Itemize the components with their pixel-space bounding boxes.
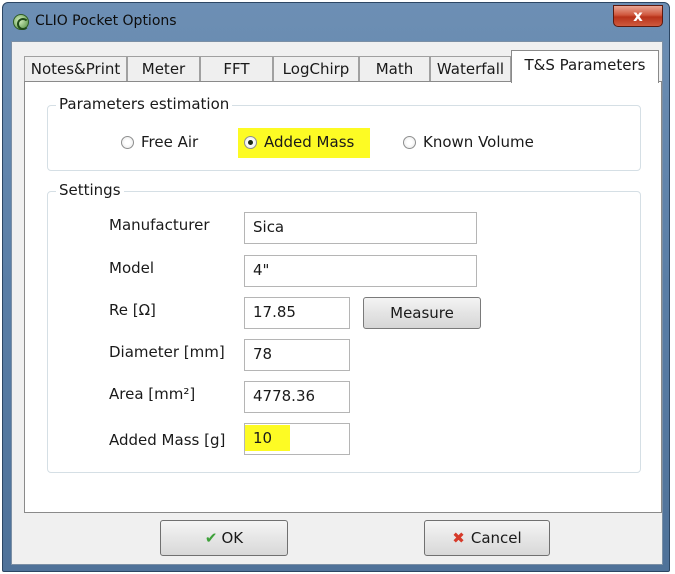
settings-title: Settings bbox=[56, 181, 124, 199]
area-field[interactable]: 4778.36 bbox=[244, 381, 350, 413]
diameter-field[interactable]: 78 bbox=[244, 339, 350, 371]
tab-math[interactable]: Math bbox=[359, 56, 430, 82]
re-field[interactable]: 17.85 bbox=[244, 297, 350, 329]
added-mass-value: 10 bbox=[245, 425, 291, 451]
radio-added-mass-label: Added Mass bbox=[264, 133, 355, 151]
radio-button-selected-icon bbox=[244, 136, 257, 149]
area-label: Area [mm²] bbox=[109, 385, 196, 403]
title-bar[interactable]: CLIO Pocket Options x bbox=[3, 3, 669, 41]
radio-free-air-label: Free Air bbox=[141, 133, 199, 151]
model-label: Model bbox=[109, 259, 155, 277]
clio-app-icon bbox=[13, 14, 29, 30]
ts-parameters-panel: Parameters estimation Free Air Added Mas… bbox=[24, 81, 662, 513]
manufacturer-label: Manufacturer bbox=[109, 216, 210, 234]
radio-known-volume[interactable]: Known Volume bbox=[403, 132, 563, 154]
ok-button[interactable]: ✔ OK bbox=[160, 520, 288, 556]
radio-added-mass[interactable]: Added Mass bbox=[238, 128, 384, 158]
re-label: Re [Ω] bbox=[109, 301, 156, 319]
tab-logchirp[interactable]: LogChirp bbox=[273, 56, 359, 82]
close-icon: x bbox=[633, 7, 643, 25]
cancel-x-icon: ✖ bbox=[452, 529, 465, 547]
cancel-label: Cancel bbox=[470, 529, 522, 547]
tab-notes-print[interactable]: Notes&Print bbox=[24, 56, 127, 82]
model-field[interactable]: 4" bbox=[244, 255, 477, 287]
close-button[interactable]: x bbox=[613, 5, 663, 27]
manufacturer-field[interactable]: Sica bbox=[244, 212, 477, 244]
radio-free-air[interactable]: Free Air bbox=[121, 132, 231, 154]
measure-button[interactable]: Measure bbox=[363, 297, 481, 329]
cancel-button[interactable]: ✖ Cancel bbox=[424, 520, 550, 556]
window-title: CLIO Pocket Options bbox=[35, 13, 177, 29]
parameters-estimation-title: Parameters estimation bbox=[56, 95, 233, 113]
options-window: CLIO Pocket Options x Notes&Print Meter … bbox=[2, 2, 670, 572]
checkmark-icon: ✔ bbox=[204, 529, 218, 547]
ok-label: OK bbox=[221, 529, 244, 547]
tab-fft[interactable]: FFT bbox=[200, 56, 273, 82]
tab-waterfall[interactable]: Waterfall bbox=[430, 56, 511, 82]
radio-button-icon bbox=[121, 136, 134, 149]
tab-meter[interactable]: Meter bbox=[127, 56, 200, 82]
radio-button-icon bbox=[403, 136, 416, 149]
added-mass-field[interactable]: 10 bbox=[244, 423, 350, 455]
added-mass-label: Added Mass [g] bbox=[109, 431, 226, 449]
parameters-estimation-group: Parameters estimation Free Air Added Mas… bbox=[47, 95, 641, 171]
dialog-client-area: Notes&Print Meter FFT LogChirp Math Wate… bbox=[11, 41, 663, 565]
radio-known-volume-label: Known Volume bbox=[423, 133, 534, 151]
diameter-label: Diameter [mm] bbox=[109, 343, 225, 361]
tab-ts-parameters[interactable]: T&S Parameters bbox=[511, 50, 659, 83]
